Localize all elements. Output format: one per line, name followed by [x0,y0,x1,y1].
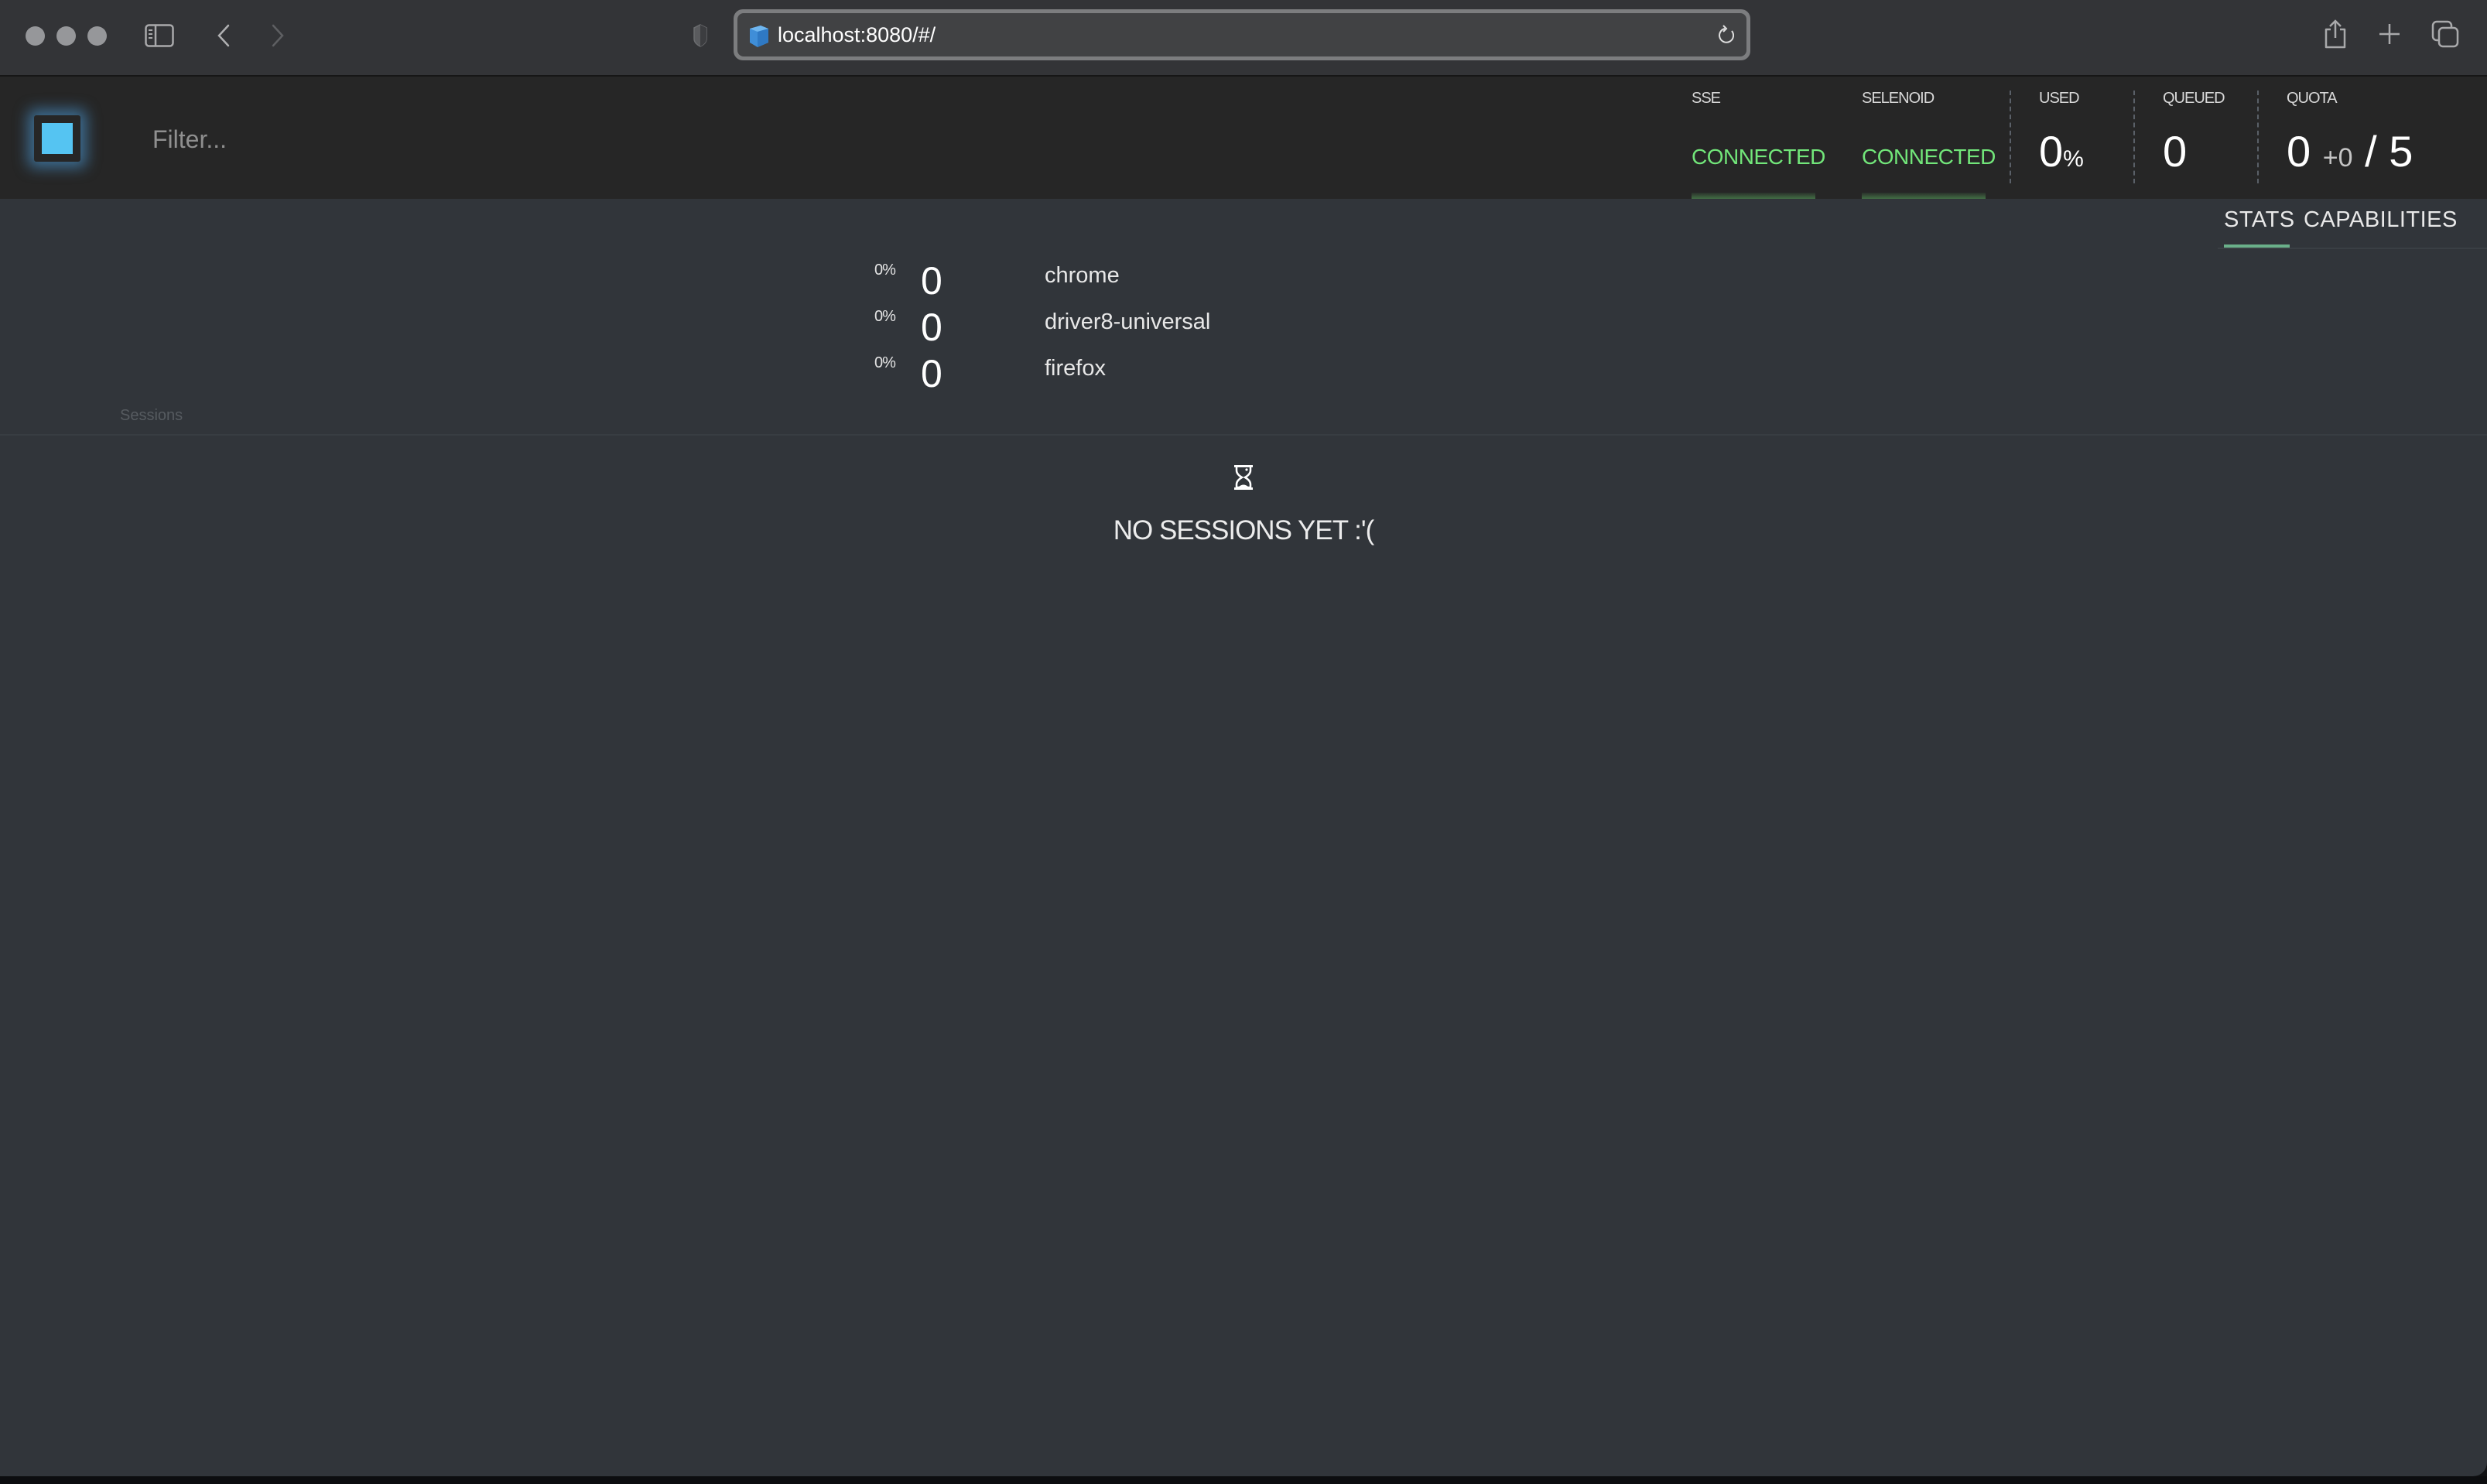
selenoid-label: SELENOID [1862,90,1935,107]
browser-count: 0 [921,306,942,349]
quota-label: QUOTA [2287,90,2338,107]
shield-icon[interactable] [690,22,710,50]
browser-name: firefox [1045,356,1106,381]
browser-percent: 0% [874,308,896,325]
empty-sessions: NO SESSIONS YET :'( [0,464,2487,545]
view-tabs: STATS CAPABILITIES [2218,203,2487,249]
zoom-icon[interactable] [87,26,107,46]
selenoid-cube-icon [747,24,770,53]
quota-value: 0 +0 / 5 [2287,126,2413,176]
browser-percent: 0% [874,354,896,371]
desktop-background [0,1476,2487,1484]
browser-name: driver8-universal [1045,309,1211,334]
selenoid-logo[interactable] [34,115,80,162]
selenoid-value: CONNECTED [1862,145,1996,169]
hourglass-icon [1233,464,1254,491]
used-value: 0% [2039,126,2084,176]
selenoid-indicator [1862,193,1986,199]
browser-count: 0 [921,259,942,303]
quota-pending: 0 [2338,143,2353,173]
queued-value: 0 [2163,127,2188,176]
tab-capabilities[interactable]: CAPABILITIES [2304,207,2458,233]
browser-toolbar: localhost:8080/#/ [0,0,2487,77]
divider [2133,91,2135,183]
quota-total: 5 [2389,127,2413,176]
chevron-left-icon[interactable] [212,20,235,51]
divider [2257,91,2259,183]
browser-name: chrome [1045,263,1120,288]
tab-stats[interactable]: STATS [2224,207,2295,233]
divider [2010,91,2011,183]
sse-label: SSE [1692,90,1721,107]
empty-sessions-text: NO SESSIONS YET :'( [1113,515,1375,545]
quota-plus: + [2322,143,2338,173]
selenoid-status: SELENOID CONNECTED [1862,77,1996,199]
reload-icon[interactable] [1717,24,1736,50]
quota-used: 0 [2287,127,2311,176]
queued-label: QUEUED [2163,90,2225,107]
browser-percent: 0% [874,262,896,279]
logo-square-icon [42,123,73,154]
close-icon[interactable] [26,26,45,46]
url-text: localhost:8080/#/ [778,23,936,46]
sse-value: CONNECTED [1692,145,1825,169]
used-stat: USED 0% [2039,77,2132,199]
quota-separator: / [2365,127,2377,176]
chevron-right-icon[interactable] [266,20,289,51]
tab-overview-icon[interactable] [2430,19,2461,50]
plus-icon[interactable] [2376,20,2403,48]
share-icon[interactable] [2321,17,2349,51]
minimize-icon[interactable] [56,26,76,46]
filter-input[interactable] [151,120,1083,159]
sse-indicator [1692,193,1815,199]
quota-stat: QUOTA 0 +0 / 5 [2287,77,2480,199]
sessions-heading: Sessions [120,407,183,424]
browser-window: localhost:8080/#/ SSE CONNECTED SE [0,0,2487,1476]
sse-status: SSE CONNECTED [1692,77,1825,199]
active-tab-indicator [2224,244,2290,248]
app-header: SSE CONNECTED SELENOID CONNECTED USED 0%… [0,77,2487,199]
used-label: USED [2039,90,2080,107]
address-bar[interactable]: localhost:8080/#/ [734,9,1750,60]
browser-count: 0 [921,352,942,395]
queued-stat: QUEUED 0 [2163,77,2256,199]
sidebar-toggle-icon[interactable] [144,20,175,51]
used-number: 0 [2039,127,2064,176]
used-unit: % [2063,146,2084,172]
sessions-divider [0,434,2487,436]
